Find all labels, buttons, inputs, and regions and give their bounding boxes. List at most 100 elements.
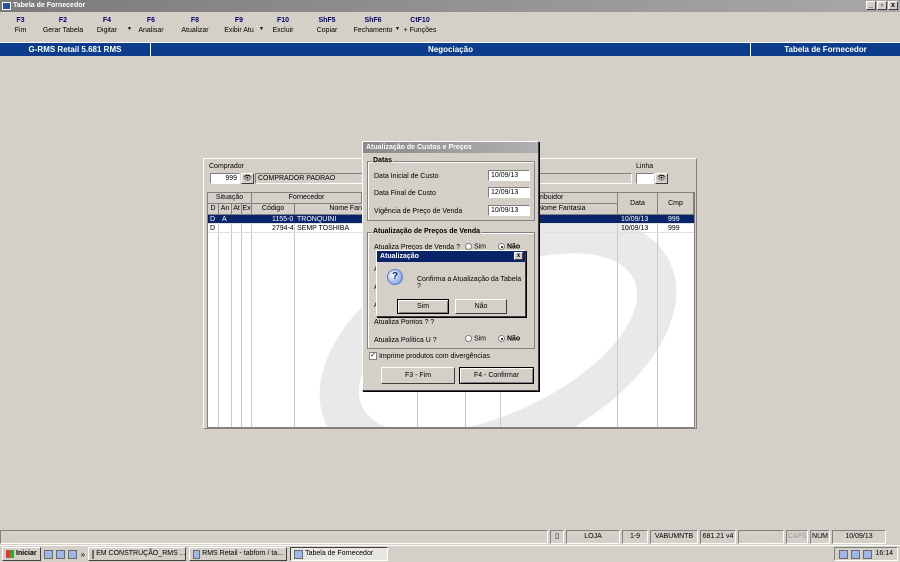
header-situacao: Situação [208,193,252,204]
header-d[interactable]: D [208,204,219,215]
confirm-nao-button[interactable]: Não [455,299,507,314]
close-button[interactable]: x [888,1,898,10]
fkey-gerar-tabela[interactable]: F2 Gerar Tabela [41,14,85,42]
header-screen: Tabela de Fornecedor [784,45,867,54]
status-date: 10/09/13 [832,530,886,544]
confirm-message: Confirma a Atualização da Tabela ? [417,276,522,290]
confirm-title-text: Atualização [380,253,419,260]
grid-col-line [657,215,658,427]
confirm-sim-button[interactable]: Sim [397,299,449,314]
datas-group-title: Datas [372,157,394,164]
maximize-button[interactable]: ▫ [877,1,887,10]
data-final-label: Data Final de Custo [374,190,436,197]
dialog-title: Atualização de Custos e Preços [363,142,538,153]
atualiza-politica-label: Atualiza Política U ? [374,337,437,344]
grid-col-line [294,215,295,427]
window-titlebar: Tabela de Fornecedor _ ▫ x [0,0,900,12]
status-spacer [738,530,784,544]
data-inicial-input[interactable]: 10/09/13 [488,170,530,181]
linha-search-icon[interactable]: 👁 [655,173,668,184]
confirm-close-button[interactable]: x [514,252,523,260]
confirm-title: Atualização x [377,251,525,262]
tray-clock[interactable]: 16:14 [875,548,893,560]
status-num: NUM [810,530,830,544]
tray-network-icon[interactable] [839,549,849,559]
taskbar: Iniciar » EM CONSTRUÇÃO_RMS ... RMS Reta… [0,545,900,562]
status-doc-icon: ▯ [550,530,564,544]
task-button-construcao[interactable]: EM CONSTRUÇÃO_RMS ... [88,547,187,561]
status-caps: CAPS [786,530,808,544]
quicklaunch-overflow-icon[interactable]: » [81,550,85,559]
status-bar: ▯ LOJA 1-9 VABUMNTB 681.21 v4 CAPS NUM 1… [0,530,900,544]
quicklaunch-app-icon[interactable] [67,549,77,559]
start-button[interactable]: Iniciar [2,547,41,561]
window-title: Tabela de Fornecedor [13,2,86,9]
grid-col-line [241,215,242,427]
radio-icon[interactable] [465,335,472,342]
checkbox-checked-icon[interactable]: ✓ [369,352,377,360]
radio-selected-icon[interactable] [498,335,505,342]
fim-button[interactable]: F3 - Fim [381,367,455,384]
header-codigo[interactable]: Código [252,204,295,215]
task-button-tabela-fornecedor[interactable]: Tabela de Fornecedor [290,547,389,561]
quicklaunch-browser-icon[interactable] [55,549,65,559]
header-at[interactable]: At [232,204,242,215]
quicklaunch-desktop-icon[interactable] [43,549,53,559]
linha-input[interactable] [636,173,654,184]
document-icon [92,549,95,559]
atualiza-pontos-label: Atualiza Pontos ? ? [374,319,435,326]
header-fornecedor: Fornecedor [252,193,362,204]
vigencia-label: Vigência de Preço de Venda [374,208,463,215]
header-module: Negociação [151,43,751,56]
radio-selected-icon[interactable] [498,243,505,250]
header-cmp[interactable]: Cmp [658,193,694,215]
status-pages: 1-9 [622,530,648,544]
header-product: G-RMS Retail 5.681 RMS [0,43,151,56]
tray-volume-icon[interactable] [863,549,873,559]
fkey-digitar[interactable]: F4 Digitar ▼ [85,14,132,42]
data-final-input[interactable]: 12/09/13 [488,187,530,198]
comprador-name-field: COMPRADOR PADRAO [255,173,363,184]
tray-security-icon[interactable] [851,549,861,559]
precos-group-title: Atualização de Preços de Venda [372,228,481,235]
app-icon [2,2,11,10]
header-an[interactable]: An [219,204,232,215]
module-header: G-RMS Retail 5.681 RMS Negociação Tabela… [0,42,900,56]
system-tray: 16:14 [834,547,898,561]
fkey-atualizar[interactable]: F8 Atualizar [173,14,217,42]
app-icon [193,549,201,559]
comprador-label: Comprador [209,163,245,170]
grid-col-line [617,215,618,427]
confirmacao-dialog: Atualização x ? Confirma a Atualização d… [376,250,526,317]
fkey-copiar[interactable]: ShF5 Copiar [305,14,349,42]
status-message [0,530,548,544]
grid-col-line [231,215,232,427]
fkey-mais-funcoes[interactable]: CtF10 + Funções [397,14,443,42]
status-loja: LOJA [566,530,620,544]
header-ex[interactable]: Ex [242,204,252,215]
status-user: VABUMNTB [650,530,698,544]
task-button-rms-retail[interactable]: RMS Retail - tabforn / ta... [189,547,288,561]
atualiza-politica-nao-radio[interactable]: Não [498,335,520,342]
app-icon [294,549,304,559]
fkey-fechamento[interactable]: ShF6 Fechamento ▼ [349,14,400,42]
comprador-code-input[interactable]: 999 [210,173,240,184]
atualiza-politica-sim-radio[interactable]: Sim [465,335,486,342]
question-icon: ? [387,269,403,285]
header-nome[interactable]: Nome Fan [295,204,365,215]
fkey-excluir[interactable]: F10 Excluir [261,14,305,42]
radio-icon[interactable] [465,243,472,250]
function-key-toolbar: F3 Fim F2 Gerar Tabela F4 Digitar ▼ F6 Analis… [0,14,900,42]
fkey-exibir-atu[interactable]: F9 Exibir Atu ▼ [217,14,264,42]
vigencia-input[interactable]: 10/09/13 [488,205,530,216]
filter-field [534,173,632,184]
fkey-fim[interactable]: F3 Fim [0,14,41,42]
datas-group: Datas Data Inicial de Custo 10/09/13 Dat… [367,157,535,221]
minimize-button[interactable]: _ [866,1,876,10]
imprime-checkbox[interactable]: ✓ Imprime produtos com divergências [369,352,490,360]
header-data[interactable]: Data [618,193,658,215]
status-version: 681.21 v4 [700,530,736,544]
comprador-search-icon[interactable]: 👁 [241,173,254,184]
confirmar-button[interactable]: F4 - Confirmar [459,367,534,384]
fkey-analisar[interactable]: F6 Analisar [129,14,173,42]
